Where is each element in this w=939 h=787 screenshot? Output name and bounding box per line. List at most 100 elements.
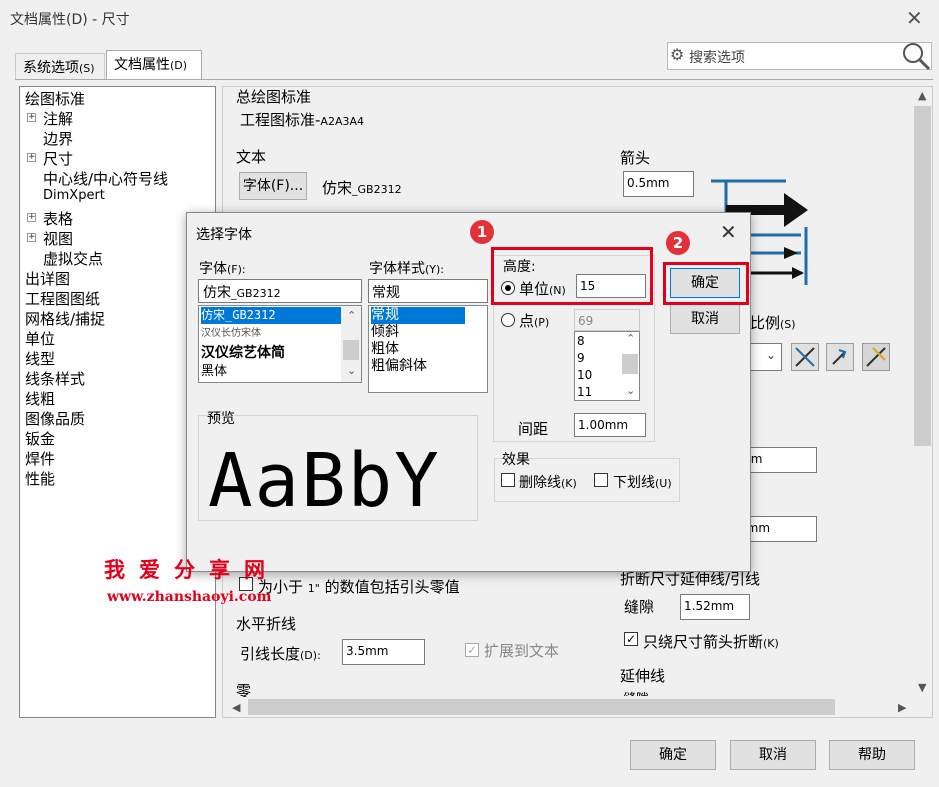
preview-text: AaBbY	[208, 438, 441, 524]
overall-standard-title: 总绘图标准	[236, 88, 312, 106]
chevron-up-icon[interactable]: ⌃	[626, 332, 635, 345]
tree-item[interactable]: 性能	[25, 468, 55, 489]
list-item[interactable]: 11	[577, 384, 592, 400]
tree-item[interactable]: 单位	[25, 328, 55, 349]
list-item[interactable]: 常规	[371, 307, 465, 324]
expand-icon[interactable]: +	[27, 153, 36, 162]
point-size-list[interactable]: 8 9 10 11 ⌃ ⌄	[574, 331, 640, 401]
spacing-label: 间距	[518, 420, 549, 438]
tree-item[interactable]: 绘图标准	[25, 88, 85, 109]
chevron-down-icon[interactable]: ⌄	[347, 364, 356, 377]
dialog-title: 选择字体	[196, 227, 252, 243]
font-button[interactable]: 字体(F)...	[239, 172, 307, 200]
dim-style-b-icon[interactable]	[826, 343, 854, 371]
gear-icon[interactable]: ⚙	[670, 45, 684, 64]
tree-item[interactable]: 注解	[43, 108, 73, 129]
help-button[interactable]: 帮助	[829, 740, 915, 770]
font-name-field[interactable]: 仿宋_GB2312	[198, 279, 362, 303]
arrow-size-field[interactable]: 0.5mm	[623, 171, 694, 197]
list-item[interactable]: 8	[577, 333, 585, 350]
point-field[interactable]: 69	[574, 309, 640, 331]
chevron-down-icon[interactable]: ⌄	[626, 384, 635, 397]
style-field[interactable]: 常规	[368, 279, 488, 303]
spacing-field[interactable]: 1.00mm	[574, 413, 646, 437]
tab-system-options[interactable]: 系统选项(S)	[15, 53, 105, 79]
preview-label: 预览	[207, 411, 235, 427]
size-list-thumb[interactable]	[622, 354, 638, 374]
underline-label: 下划线(U)	[613, 475, 672, 491]
expand-icon[interactable]: +	[27, 233, 36, 242]
font-list-label: 字体(F):	[199, 261, 246, 277]
dim-style-a-icon[interactable]	[791, 343, 819, 371]
tree-item[interactable]: 钣金	[25, 428, 55, 449]
list-item[interactable]: 粗偏斜体	[371, 358, 427, 375]
scroll-down-icon[interactable]: ▼	[918, 681, 926, 694]
leader-length-field[interactable]: 3.5mm	[342, 639, 425, 665]
ok-button[interactable]: 确定	[630, 740, 716, 770]
highlight-height-box	[491, 247, 653, 305]
expand-icon[interactable]: +	[27, 213, 36, 222]
list-item[interactable]: 10	[577, 367, 592, 384]
tree-item[interactable]: 尺寸	[43, 148, 73, 169]
tree-item[interactable]: 出详图	[25, 268, 70, 289]
close-icon[interactable]: ✕	[906, 6, 923, 30]
tree-item[interactable]: 线粗	[25, 388, 55, 409]
dialog-cancel-button[interactable]: 取消	[670, 304, 740, 334]
strike-checkbox[interactable]	[501, 473, 515, 487]
only-arrow-label: 只绕尺寸箭头折断(K)	[643, 633, 779, 651]
list-item[interactable]: 仿宋_GB2312	[201, 307, 341, 324]
only-arrow-checkbox[interactable]: ✓	[624, 632, 638, 646]
strike-label: 删除线(K)	[519, 475, 577, 491]
vertical-scroll-thumb[interactable]	[914, 106, 931, 446]
effects-label: 效果	[502, 452, 530, 468]
tree-item[interactable]: 焊件	[25, 448, 55, 469]
tree-item[interactable]: 图像品质	[25, 408, 85, 429]
tree-item[interactable]: 虚拟交点	[43, 248, 103, 269]
extend-to-text-checkbox[interactable]: ✓	[465, 643, 479, 657]
dialog-close-icon[interactable]: ✕	[720, 220, 737, 244]
tree-item[interactable]: 边界	[43, 128, 73, 149]
cancel-button[interactable]: 取消	[730, 740, 816, 770]
scroll-left-icon[interactable]: ◀	[232, 701, 240, 714]
style-list-label: 字体样式(Y):	[369, 261, 445, 277]
font-list[interactable]: 仿宋_GB2312 汉仪长仿宋体 汉仪综艺体简 黑体 ⌃ ⌄	[198, 305, 362, 383]
list-item[interactable]: 粗体	[371, 341, 399, 358]
search-placeholder: 搜索选项	[689, 50, 745, 66]
tree-item[interactable]: DimXpert	[43, 188, 105, 203]
tree-item[interactable]: 线型	[25, 348, 55, 369]
chevron-up-icon[interactable]: ⌃	[347, 309, 356, 322]
horizontal-scroll-thumb[interactable]	[248, 699, 835, 715]
list-item[interactable]: 9	[577, 350, 585, 367]
watermark-text: 我爱分享网	[104, 557, 279, 582]
tree-item[interactable]: 线条样式	[25, 368, 85, 389]
dim-style-c-icon[interactable]	[862, 343, 890, 371]
scale-label: 比例(S)	[750, 314, 796, 332]
chevron-down-icon: ⌄	[766, 348, 777, 362]
leading-zero-label: 为小于 1" 的数值包括引头零值	[258, 578, 460, 596]
tab-document-properties[interactable]: 文档属性(D)	[106, 50, 202, 80]
tree-item[interactable]: 视图	[43, 228, 73, 249]
window-title: 文档属性(D) - 尺寸	[10, 12, 130, 28]
point-label: 点(P)	[519, 312, 550, 330]
list-item[interactable]: 倾斜	[371, 324, 399, 341]
scroll-up-icon[interactable]: ▲	[918, 89, 926, 102]
gap-field[interactable]: 1.52mm	[680, 594, 750, 620]
step-badge-2: 2	[666, 231, 690, 255]
scroll-right-icon[interactable]: ▶	[898, 701, 906, 714]
tree-item[interactable]: 网格线/捕捉	[25, 308, 105, 329]
expand-icon[interactable]: +	[27, 113, 36, 122]
list-item[interactable]: 汉仪综艺体简	[201, 345, 285, 362]
list-item[interactable]: 黑体	[201, 363, 227, 380]
tab-divider	[15, 79, 933, 80]
tree-item[interactable]: 表格	[43, 208, 73, 229]
tree-item[interactable]: 中心线/中心符号线	[43, 168, 168, 189]
underline-checkbox[interactable]	[594, 473, 608, 487]
list-item[interactable]: 汉仪长仿宋体	[201, 325, 261, 342]
style-list[interactable]: 常规 倾斜 粗体 粗偏斜体	[368, 305, 488, 393]
watermark-url: www.zhanshaoyi.com	[107, 589, 272, 605]
tree-item[interactable]: 工程图图纸	[25, 288, 100, 309]
font-list-thumb[interactable]	[343, 340, 359, 360]
search-icon[interactable]	[900, 40, 932, 72]
point-radio[interactable]	[501, 313, 515, 327]
horizontal-break-title: 水平折线	[236, 615, 297, 633]
